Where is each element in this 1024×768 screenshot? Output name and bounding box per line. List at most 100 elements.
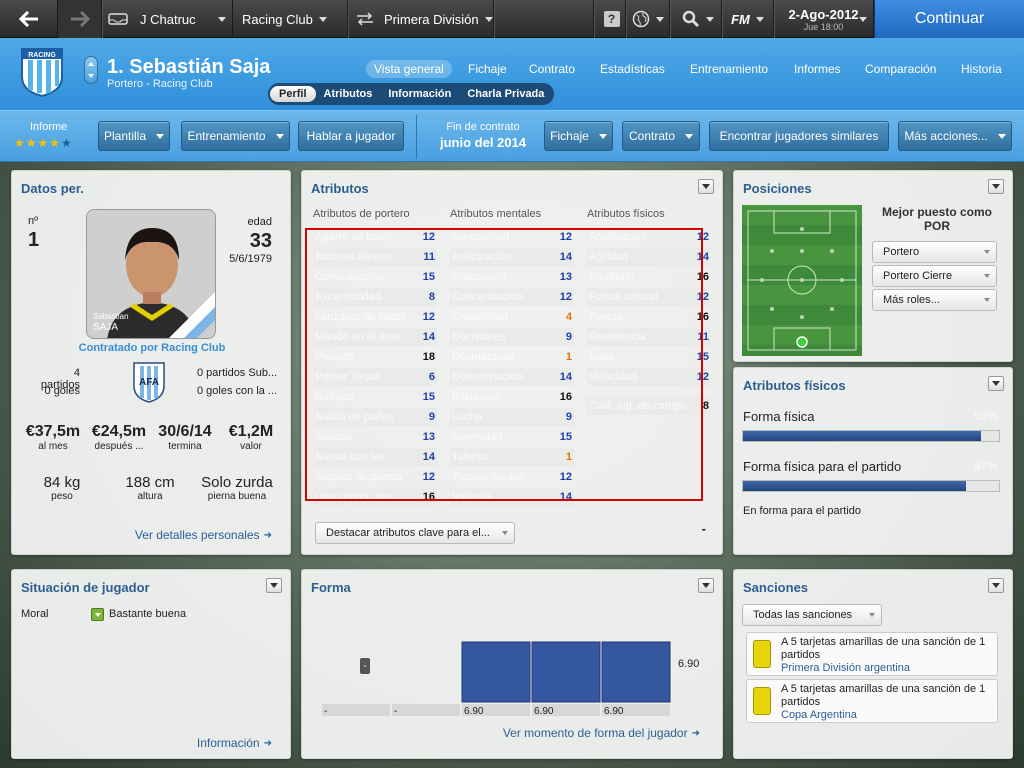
best-position: POR bbox=[923, 219, 950, 233]
fichaje-button[interactable]: Fichaje bbox=[544, 121, 613, 151]
chevron-down-icon bbox=[318, 16, 327, 22]
search-button[interactable] bbox=[674, 0, 722, 38]
player-scroller[interactable] bbox=[84, 56, 98, 84]
subtab-informacion[interactable]: Información bbox=[388, 88, 451, 100]
entrenamiento-label: Entrenamiento bbox=[187, 129, 266, 143]
weight-label: peso bbox=[51, 491, 73, 502]
role-dropdown-mas[interactable]: Más roles... bbox=[872, 289, 997, 311]
forma-panel: Forma - - - 6.90 6.90 6.90 6.90 Ver momento … bbox=[301, 569, 723, 759]
tab-informes[interactable]: Informes bbox=[794, 62, 841, 76]
star-icon: ★ bbox=[25, 136, 37, 150]
competition-menu[interactable]: Primera División bbox=[348, 0, 494, 38]
chevron-down-icon bbox=[984, 274, 990, 278]
forma-chart: - - 6.90 6.90 6.90 bbox=[322, 641, 671, 717]
panel-title: Sanciones bbox=[743, 580, 809, 595]
destacar-dropdown[interactable]: Destacar atributos clave para el... bbox=[315, 522, 515, 544]
chevron-down-icon bbox=[156, 133, 165, 139]
arrow-right-icon: ➜ bbox=[263, 529, 272, 541]
forma-fisica-fill bbox=[743, 431, 982, 441]
hablar-jugador-button[interactable]: Hablar a jugador bbox=[298, 121, 404, 151]
panel-menu-button[interactable] bbox=[988, 578, 1004, 593]
help-button[interactable]: ? bbox=[598, 0, 626, 38]
chevron-down-icon bbox=[859, 17, 867, 22]
panel-menu-button[interactable] bbox=[266, 578, 282, 593]
stats-left-goals: 0 goles bbox=[44, 385, 80, 397]
manager-name: J Chatruc bbox=[140, 11, 196, 27]
fin-contrato-label: Fin de contrato bbox=[446, 121, 520, 133]
panel-menu-button[interactable] bbox=[698, 578, 714, 593]
contrato-button[interactable]: Contrato bbox=[622, 121, 700, 151]
club-menu[interactable]: Racing Club bbox=[232, 0, 348, 38]
highlight-box bbox=[305, 228, 703, 501]
forma-value-label: 6.90 bbox=[678, 658, 700, 670]
ver-momento-link[interactable]: Ver momento de forma del jugador ➜ bbox=[503, 726, 700, 740]
continue-button[interactable]: Continuar bbox=[874, 0, 1024, 38]
contrato-label: Contrato bbox=[628, 129, 676, 143]
subtab-perfil[interactable]: Perfil bbox=[270, 86, 316, 102]
chevron-down-icon bbox=[95, 613, 101, 617]
competition-name: Primera División bbox=[384, 11, 479, 27]
tab-estadisticas[interactable]: Estadísticas bbox=[600, 62, 665, 76]
pitch-icon bbox=[742, 205, 862, 356]
star-icon: ★ bbox=[14, 136, 25, 150]
sancion-competition[interactable]: Primera División argentina bbox=[781, 662, 910, 674]
date-display[interactable]: 2-Ago-2012 Jue 18:00 bbox=[774, 0, 874, 38]
subtab-atributos[interactable]: Atributos bbox=[324, 88, 373, 100]
similares-label: Encontrar jugadores similares bbox=[719, 129, 879, 143]
panel-menu-button[interactable] bbox=[988, 179, 1004, 194]
number-label: nº bbox=[28, 215, 39, 227]
forward-button[interactable] bbox=[58, 0, 102, 38]
pitch-diagram bbox=[742, 205, 862, 356]
forma-fisica-value: 93% bbox=[973, 409, 998, 423]
tab-historia[interactable]: Historia bbox=[961, 62, 1002, 76]
ver-detalles-link[interactable]: Ver detalles personales ➜ bbox=[135, 528, 272, 542]
panel-title: Situación de jugador bbox=[21, 580, 150, 595]
role-dropdown-portero[interactable]: Portero bbox=[872, 241, 997, 263]
panel-menu-button[interactable] bbox=[988, 376, 1004, 391]
player-age: 33 bbox=[249, 230, 272, 252]
foot-value: Solo zurda bbox=[201, 474, 273, 491]
role-dropdown-portero-cierre[interactable]: Portero Cierre bbox=[872, 265, 997, 287]
plantilla-button[interactable]: Plantilla bbox=[98, 121, 170, 151]
chevron-down-icon bbox=[702, 184, 710, 189]
tab-entrenamiento[interactable]: Entrenamiento bbox=[690, 62, 768, 76]
photo-caption-top: Sebastian bbox=[93, 312, 129, 321]
sanciones-filter-dropdown[interactable]: Todas las sanciones bbox=[742, 604, 882, 626]
sancion-item[interactable]: A 5 tarjetas amarillas de una sanción de… bbox=[746, 632, 998, 676]
sancion-competition[interactable]: Copa Argentina bbox=[781, 709, 857, 721]
tab-contrato[interactable]: Contrato bbox=[529, 62, 575, 76]
wage-label: al mes bbox=[38, 441, 68, 452]
forma-partido-bar bbox=[742, 480, 1000, 492]
down-arrow-icon[interactable] bbox=[88, 74, 94, 78]
topbar-spacer bbox=[494, 0, 594, 38]
gk-header: Atributos de portero bbox=[313, 208, 410, 220]
back-button[interactable] bbox=[0, 0, 58, 38]
panel-title: Forma bbox=[311, 580, 351, 595]
mas-acciones-button[interactable]: Más acciones... bbox=[898, 121, 1012, 151]
informacion-link[interactable]: Información ➜ bbox=[197, 736, 272, 750]
panel-menu-button[interactable] bbox=[698, 179, 714, 194]
club-badge: RACING bbox=[20, 47, 64, 98]
tab-vista-general[interactable]: Vista general bbox=[366, 60, 452, 78]
moral-label: Moral bbox=[21, 608, 49, 620]
world-button[interactable] bbox=[626, 0, 670, 38]
fm-menu[interactable]: FM bbox=[722, 0, 774, 38]
tab-fichaje[interactable]: Fichaje bbox=[468, 62, 507, 76]
subtab-charla-privada[interactable]: Charla Privada bbox=[467, 88, 544, 100]
search-icon bbox=[682, 10, 699, 28]
forma-fisica-label: Forma física bbox=[743, 409, 815, 424]
forma-cell-label: 6.90 bbox=[464, 706, 484, 717]
similares-button[interactable]: Encontrar jugadores similares bbox=[709, 121, 889, 151]
contract-by-link[interactable]: Contratado por Racing Club bbox=[12, 342, 292, 354]
up-arrow-icon[interactable] bbox=[88, 62, 94, 66]
player-header: RACING 1. Sebastián Saja Portero - Racin… bbox=[0, 38, 1024, 110]
yellow-card-icon bbox=[753, 687, 771, 715]
tab-comparacion[interactable]: Comparación bbox=[865, 62, 936, 76]
role-label: Más roles... bbox=[883, 294, 940, 306]
ver-detalles-label: Ver detalles personales bbox=[134, 528, 260, 542]
entrenamiento-button[interactable]: Entrenamiento bbox=[181, 121, 290, 151]
sancion-item[interactable]: A 5 tarjetas amarillas de una sanción de… bbox=[746, 679, 998, 723]
wage-value: €37,5m bbox=[25, 423, 81, 440]
panel-title: Posiciones bbox=[743, 181, 812, 196]
money-row: €37,5m al mes €24,5m después ... 30/6/14 te… bbox=[12, 423, 292, 463]
